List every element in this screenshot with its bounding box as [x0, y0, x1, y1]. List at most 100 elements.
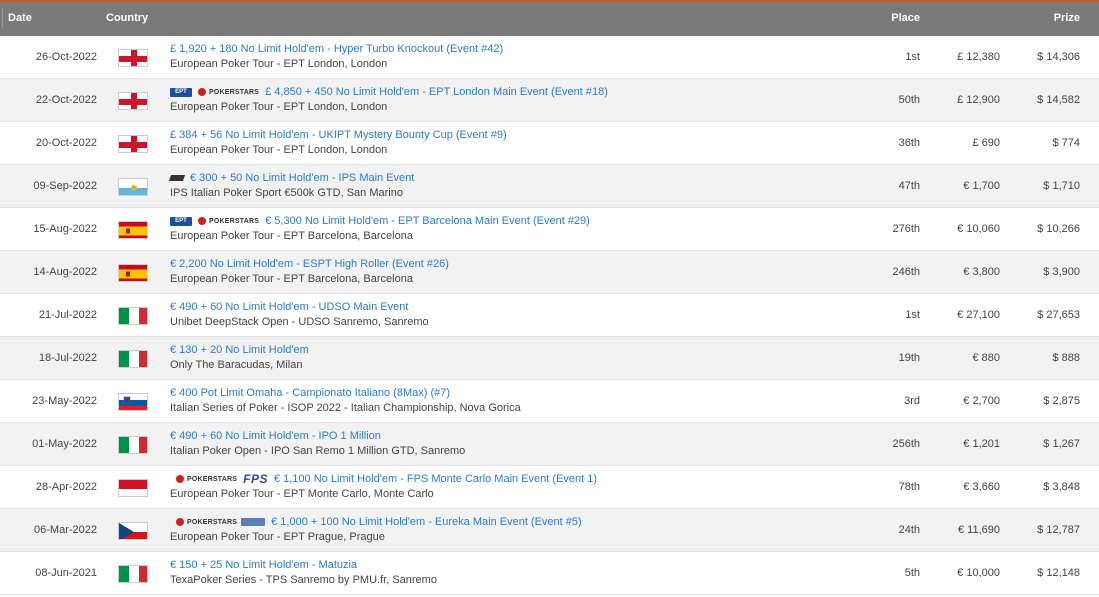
row-prize: $ 27,653 [1037, 309, 1080, 321]
spain-flag-icon [118, 221, 148, 239]
header-separator [2, 8, 3, 28]
event-cell: € 490 + 60 No Limit Hold'em - IPO 1 Mill… [170, 428, 869, 457]
england-flag-icon [118, 92, 148, 110]
results-table: Date Country Place Prize 26-Oct-2022 £ 1,… [0, 2, 1099, 595]
row-date: 06-Mar-2022 [34, 524, 97, 536]
event-title-link[interactable]: € 1,100 No Limit Hold'em - FPS Monte Car… [274, 473, 597, 485]
event-series: Only The Baracudas, Milan [170, 359, 303, 371]
row-date: 21-Jul-2022 [38, 309, 97, 321]
england-flag-icon [118, 49, 148, 67]
event-title-line: EPT POKERSTARS € 5,300 No Limit Hold'em - … [170, 213, 869, 229]
fps-logo-icon: FPS [243, 472, 268, 486]
event-cell: POKERSTARS € 1,000 + 100 No Limit Hold'em… [170, 514, 869, 543]
row-prize: $ 14,306 [1037, 51, 1080, 63]
table-row: 01-May-2022 € 490 + 60 No Limit Hold'em -… [0, 423, 1099, 466]
event-title-link[interactable]: £ 4,850 + 450 No Limit Hold'em - EPT Lon… [265, 86, 608, 98]
row-place: 276th [892, 223, 920, 235]
event-title-link[interactable]: € 490 + 60 No Limit Hold'em - IPO 1 Mill… [170, 430, 381, 442]
row-place: 246th [892, 266, 920, 278]
eureka-logo-icon [241, 518, 266, 526]
event-series: European Poker Tour - EPT Monte Carlo, M… [170, 488, 434, 500]
spade-icon [198, 217, 206, 225]
event-title-link[interactable]: £ 1,920 + 180 No Limit Hold'em - Hyper T… [170, 43, 503, 55]
event-title-link[interactable]: € 1,000 + 100 No Limit Hold'em - Eureka … [271, 516, 582, 528]
event-cell: £ 1,920 + 180 No Limit Hold'em - Hyper T… [170, 41, 869, 70]
row-local-prize: £ 12,380 [957, 51, 1000, 63]
row-local-prize: € 880 [972, 352, 1000, 364]
event-title-line: POKERSTARS € 1,000 + 100 No Limit Hold'em… [170, 514, 869, 530]
row-place: 47th [898, 180, 920, 192]
row-place: 1st [905, 51, 920, 63]
slovenia-flag-icon [118, 393, 148, 411]
event-title-line: € 400 Pot Limit Omaha - Campionato Itali… [170, 385, 869, 401]
row-place: 256th [892, 438, 920, 450]
row-date: 20-Oct-2022 [35, 137, 97, 149]
event-series: IPS Italian Poker Sport €500k GTD, San M… [170, 187, 403, 199]
event-title-line: £ 1,920 + 180 No Limit Hold'em - Hyper T… [170, 41, 869, 57]
event-series: TexaPoker Series - TPS Sanremo by PMU.fr… [170, 574, 437, 586]
row-date: 09-Sep-2022 [33, 180, 97, 192]
row-prize: $ 1,267 [1043, 438, 1080, 450]
event-cell: EPT POKERSTARS £ 4,850 + 450 No Limit Hold… [170, 84, 869, 113]
italy-flag-icon [118, 565, 148, 583]
pokerstars-logo-text: POKERSTARS [187, 518, 238, 526]
row-local-prize: £ 12,900 [957, 94, 1000, 106]
pokerstars-logo-icon: POKERSTARS [176, 475, 237, 483]
pokerstars-logo-text: POKERSTARS [209, 217, 260, 225]
table-row: 14-Aug-2022 € 2,200 No Limit Hold'em - ES… [0, 251, 1099, 294]
pokerstars-logo-icon: POKERSTARS [176, 518, 237, 526]
row-place: 24th [898, 524, 920, 536]
event-title-link[interactable]: € 5,300 No Limit Hold'em - EPT Barcelona… [265, 215, 590, 227]
row-date: 23-May-2022 [32, 395, 97, 407]
row-local-prize: € 2,700 [963, 395, 1000, 407]
event-series: Unibet DeepStack Open - UDSO Sanremo, Sa… [170, 316, 429, 328]
event-title-link[interactable]: £ 384 + 56 No Limit Hold'em - UKIPT Myst… [170, 129, 507, 141]
event-title-line: € 490 + 60 No Limit Hold'em - IPO 1 Mill… [170, 428, 869, 444]
row-prize: $ 774 [1052, 137, 1080, 149]
spade-icon [198, 88, 206, 96]
event-series: European Poker Tour - EPT Barcelona, Bar… [170, 273, 413, 285]
event-series: European Poker Tour - EPT London, London [170, 58, 388, 70]
event-title-link[interactable]: € 130 + 20 No Limit Hold'em [170, 344, 309, 356]
row-date: 26-Oct-2022 [35, 51, 97, 63]
spade-icon [176, 518, 184, 526]
spade-icon [176, 475, 184, 483]
event-title-link[interactable]: € 400 Pot Limit Omaha - Campionato Itali… [170, 387, 450, 399]
italy-flag-icon [118, 350, 148, 368]
event-series: European Poker Tour - EPT London, London [170, 144, 388, 156]
event-title-link[interactable]: € 490 + 60 No Limit Hold'em - UDSO Main … [170, 301, 408, 313]
event-title-line: € 150 + 25 No Limit Hold'em - Matuzia [170, 557, 869, 573]
event-cell: EPT POKERSTARS € 5,300 No Limit Hold'em - … [170, 213, 869, 242]
ips-logo-icon [168, 175, 186, 181]
event-title-line: € 300 + 50 No Limit Hold'em - IPS Main E… [168, 170, 869, 186]
row-place: 50th [898, 94, 920, 106]
row-date: 22-Oct-2022 [35, 94, 97, 106]
row-local-prize: £ 690 [972, 137, 1000, 149]
italy-flag-icon [118, 307, 148, 325]
event-title-link[interactable]: € 150 + 25 No Limit Hold'em - Matuzia [170, 559, 357, 571]
row-local-prize: € 3,660 [963, 481, 1000, 493]
column-header-date[interactable]: Date [8, 12, 32, 24]
event-cell: € 2,200 No Limit Hold'em - ESPT High Rol… [170, 256, 869, 285]
sanmarino-flag-icon [118, 178, 148, 196]
table-row: 06-Mar-2022 POKERSTARS € 1,000 + 100 No Li… [0, 509, 1099, 552]
spain-flag-icon [118, 264, 148, 282]
row-local-prize: € 3,800 [963, 266, 1000, 278]
event-title-link[interactable]: € 2,200 No Limit Hold'em - ESPT High Rol… [170, 258, 449, 270]
event-title-line: € 490 + 60 No Limit Hold'em - UDSO Main … [170, 299, 869, 315]
pokerstars-logo-text: POKERSTARS [187, 475, 238, 483]
row-prize: $ 1,710 [1043, 180, 1080, 192]
column-header-place[interactable]: Place [891, 12, 920, 24]
event-cell: € 490 + 60 No Limit Hold'em - UDSO Main … [170, 299, 869, 328]
column-header-country[interactable]: Country [106, 12, 148, 24]
row-place: 36th [898, 137, 920, 149]
event-title-link[interactable]: € 300 + 50 No Limit Hold'em - IPS Main E… [190, 172, 414, 184]
column-header-prize[interactable]: Prize [1054, 12, 1080, 24]
row-local-prize: € 10,000 [957, 567, 1000, 579]
pokerstars-logo-icon: POKERSTARS [198, 88, 259, 96]
event-series: European Poker Tour - EPT Prague, Prague [170, 531, 385, 543]
row-date: 08-Jun-2021 [35, 567, 97, 579]
ept-logo-icon: EPT [170, 87, 192, 97]
row-prize: $ 14,582 [1037, 94, 1080, 106]
event-cell: € 400 Pot Limit Omaha - Campionato Itali… [170, 385, 869, 414]
